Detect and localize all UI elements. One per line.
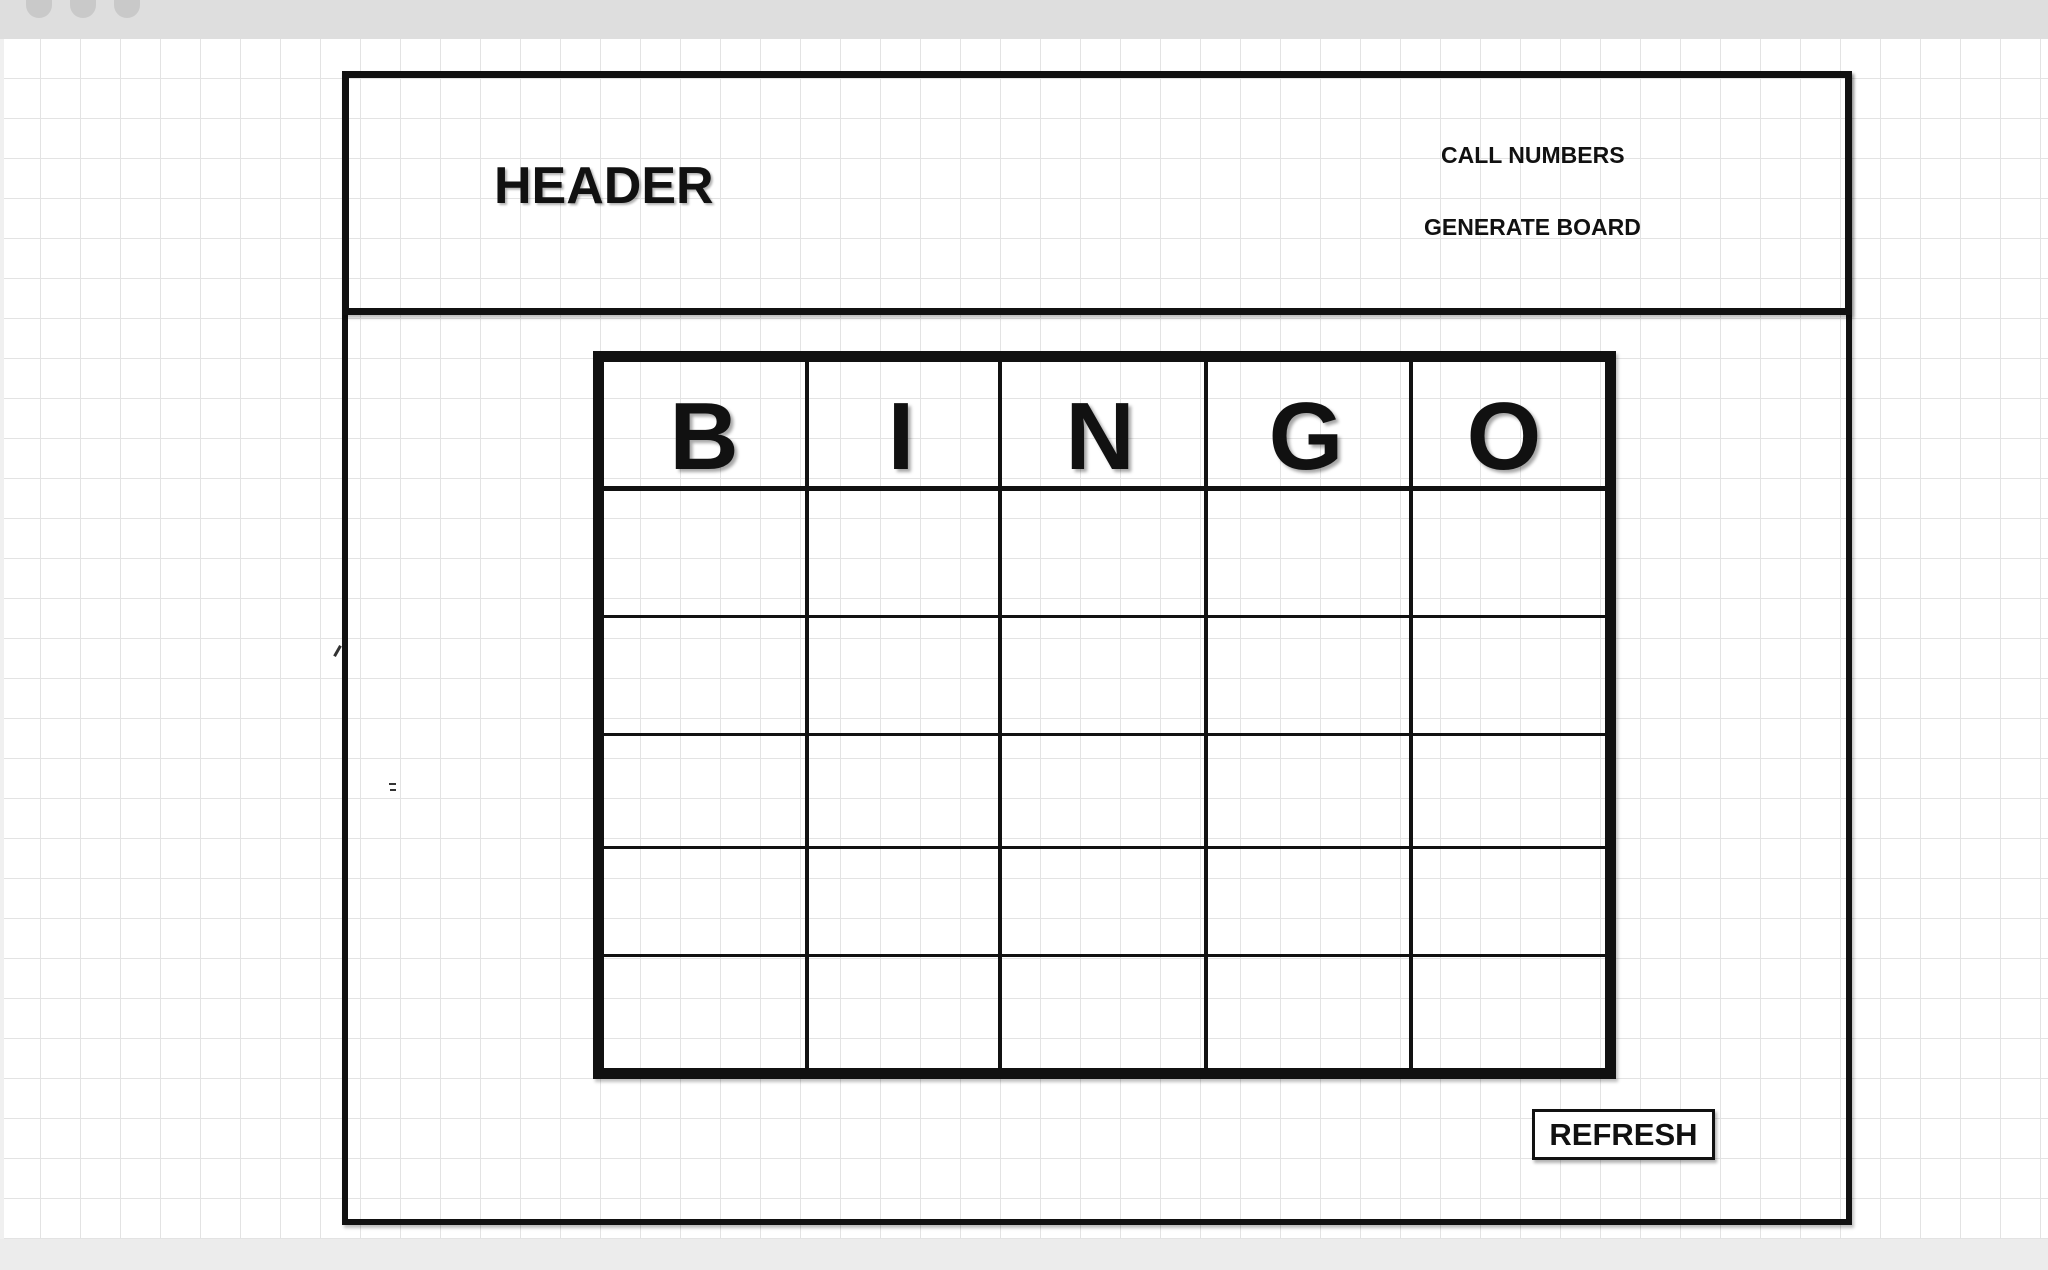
board-cell[interactable] [809,618,998,733]
board-cell[interactable] [809,736,998,846]
bingo-letter-n: N [1065,383,1135,490]
board-cell[interactable] [1002,736,1204,846]
board-cell[interactable] [1002,491,1204,615]
app-window: HEADER CALL NUMBERS GENERATE BOARD B I N… [0,0,2048,1270]
board-cell[interactable] [1208,491,1409,615]
header-title: HEADER [494,157,714,215]
bingo-board: B I N G O [593,351,1616,1079]
stray-mark [390,789,396,791]
board-cell[interactable] [604,491,805,615]
board-cell[interactable] [1208,849,1409,954]
call-numbers-link[interactable]: CALL NUMBERS [1441,142,1625,169]
board-cell[interactable] [1208,736,1409,846]
stray-mark [389,783,396,785]
board-cell[interactable] [809,957,998,1068]
window-close-dot[interactable] [26,0,52,18]
window-minimize-dot[interactable] [70,0,96,18]
generate-board-link[interactable]: GENERATE BOARD [1424,214,1641,241]
board-cell[interactable] [1208,957,1409,1068]
board-cell[interactable] [1002,957,1204,1068]
board-cell[interactable] [1002,618,1204,733]
board-cell[interactable] [1413,736,1605,846]
board-cell[interactable] [604,618,805,733]
board-cell[interactable] [1002,849,1204,954]
board-cell[interactable] [604,736,805,846]
bingo-letter-g: G [1268,383,1344,490]
board-cell[interactable] [604,957,805,1068]
bingo-letter-i: I [887,383,915,490]
board-cell[interactable] [1413,618,1605,733]
board-cell[interactable] [1208,618,1409,733]
board-cell[interactable] [809,849,998,954]
title-bar [0,0,2048,39]
bottom-bar [0,1239,2048,1270]
refresh-button[interactable]: REFRESH [1532,1109,1715,1160]
board-cell[interactable] [1413,491,1605,615]
board-cell[interactable] [604,849,805,954]
board-cell[interactable] [1413,957,1605,1068]
board-cell[interactable] [1413,849,1605,954]
bingo-letter-b: B [669,383,739,490]
bingo-letter-o: O [1466,383,1542,490]
board-cell[interactable] [809,491,998,615]
window-zoom-dot[interactable] [114,0,140,18]
